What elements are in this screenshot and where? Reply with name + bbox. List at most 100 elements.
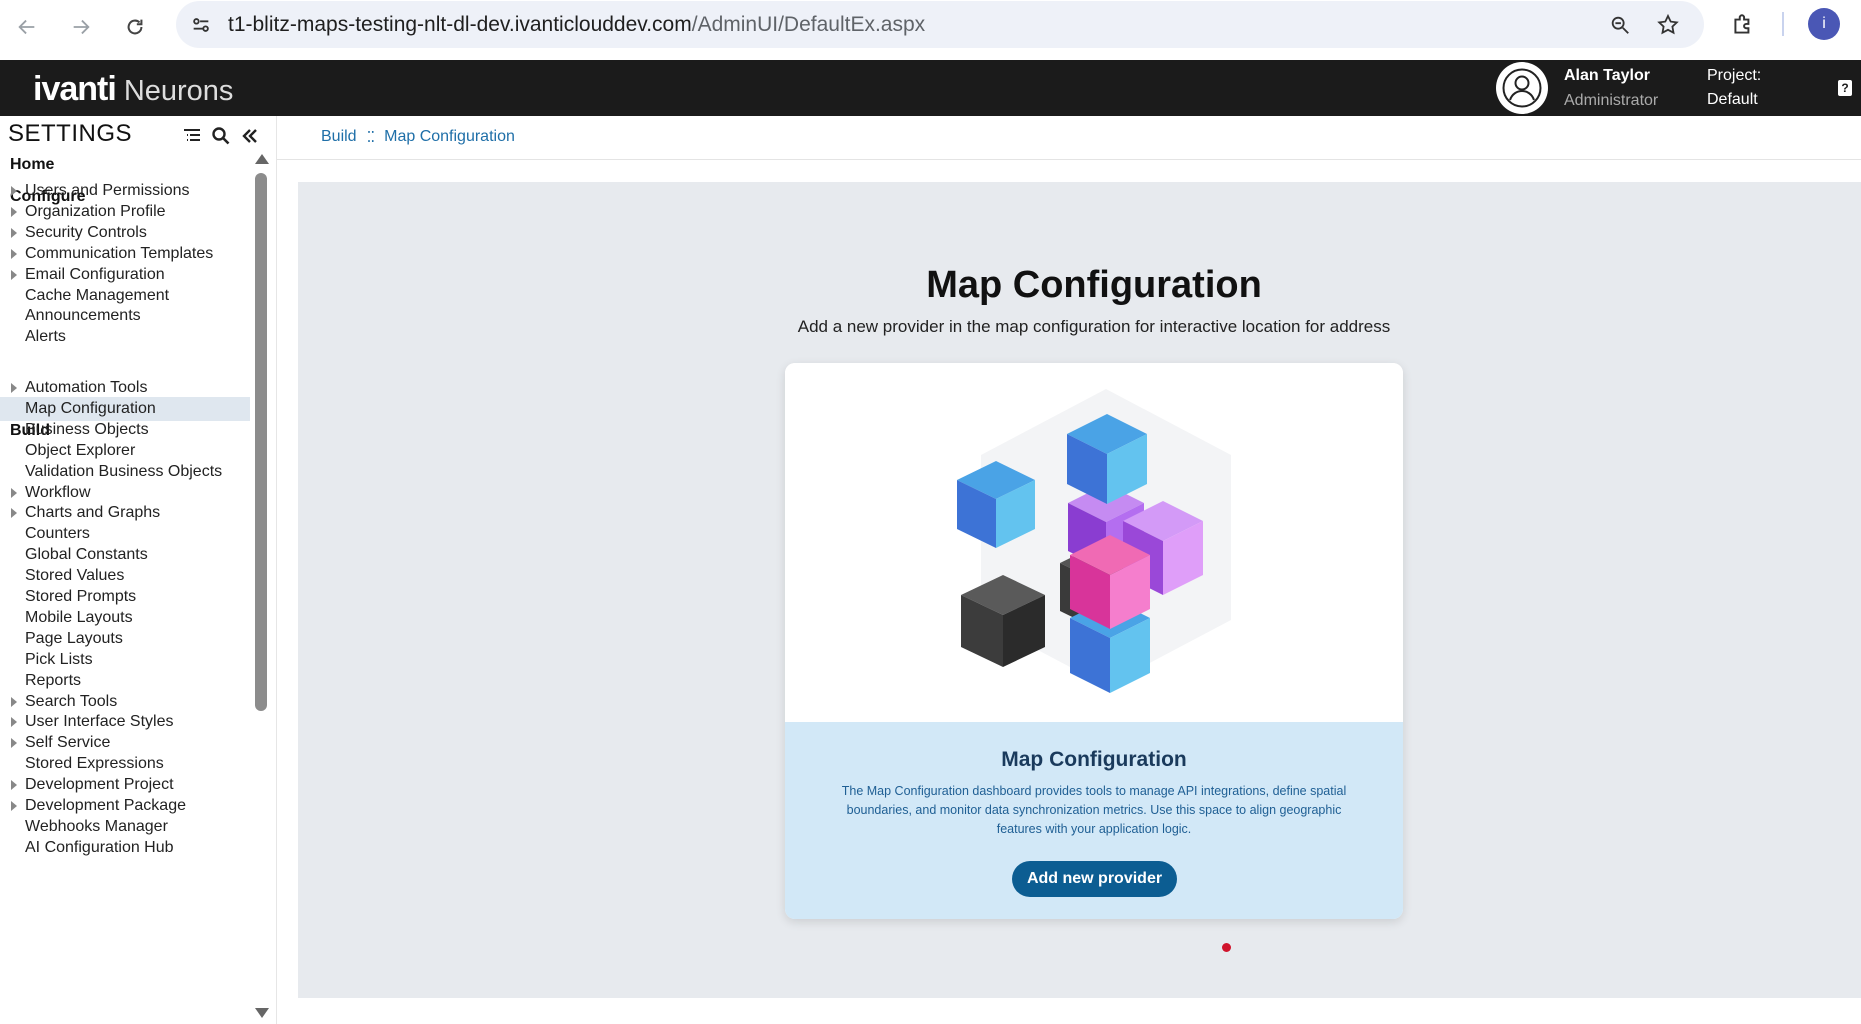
sidebar-item-label: Webhooks Manager xyxy=(25,817,168,835)
project-value[interactable]: Default xyxy=(1707,91,1758,109)
scroll-down-arrow[interactable] xyxy=(255,1008,269,1018)
card-title: Map Configuration xyxy=(1001,748,1187,771)
breadcrumb: Build ⁚⁚ Map Configuration xyxy=(321,128,515,146)
breadcrumb-divider xyxy=(277,159,1861,160)
user-name[interactable]: Alan Taylor xyxy=(1564,67,1650,85)
logo[interactable]: ivanti Neurons xyxy=(33,70,233,109)
browser-toolbar: t1-blitz-maps-testing-nlt-dl-dev.ivantic… xyxy=(0,0,1861,60)
sidebar-item-label: Pick Lists xyxy=(25,650,93,668)
map-configuration-card: Map Configuration The Map Configuration … xyxy=(785,363,1403,919)
sidebar-item-label: Development Package xyxy=(25,797,186,814)
expand-triangle-icon[interactable] xyxy=(11,738,17,749)
sidebar-item-label: Development Project xyxy=(25,776,174,794)
sidebar-item-label: Validation Business Objects xyxy=(25,462,223,480)
breadcrumb-parent[interactable]: Build xyxy=(321,128,357,146)
sidebar-item-label: Users and Permissions xyxy=(25,182,190,199)
cubes-icon xyxy=(957,389,1231,693)
sidebar-item-label: Cache Management xyxy=(25,286,170,304)
carousel-indicator-dot[interactable] xyxy=(1222,943,1231,952)
sidebar-divider xyxy=(276,116,277,1024)
expand-triangle-icon[interactable] xyxy=(11,206,17,217)
toolbar-divider xyxy=(1782,12,1784,36)
expand-triangle-icon[interactable] xyxy=(11,487,17,498)
sidebar-item-label: AI Configuration Hub xyxy=(25,838,174,856)
project-label: Project: xyxy=(1707,67,1762,84)
sidebar-item-label: Alerts xyxy=(25,328,66,346)
arrow-right-icon xyxy=(73,19,90,35)
sidebar-item-label: Workflow xyxy=(25,483,91,501)
app-header: ivanti Neurons Alan Taylor Administrator… xyxy=(0,60,1861,116)
tree-view-button[interactable] xyxy=(180,124,204,148)
sidebar-item-alerts[interactable]: Alerts xyxy=(0,325,250,349)
expand-triangle-icon[interactable] xyxy=(11,227,17,238)
expand-triangle-icon[interactable] xyxy=(11,248,17,259)
expand-triangle-icon[interactable] xyxy=(11,186,17,196)
expand-triangle-icon[interactable] xyxy=(11,780,17,791)
sidebar-item-label: Mobile Layouts xyxy=(25,608,133,626)
puzzle-icon xyxy=(1734,14,1750,34)
sidebar-item-label: Communication Templates xyxy=(25,244,214,262)
add-new-provider-button[interactable]: Add new provider xyxy=(1012,861,1177,897)
back-button[interactable] xyxy=(12,12,42,42)
expand-triangle-icon[interactable] xyxy=(11,383,17,393)
user-avatar[interactable] xyxy=(1496,62,1548,114)
user-icon xyxy=(1502,68,1542,108)
help-icon[interactable]: ? xyxy=(1838,80,1852,96)
sidebar-item-ai-configuration-hub[interactable]: AI Configuration Hub xyxy=(0,836,250,860)
sidebar-item-label: Announcements xyxy=(25,307,141,325)
url-host: t1-blitz-maps-testing-nlt-dl-dev.ivantic… xyxy=(228,13,692,36)
expand-triangle-icon[interactable] xyxy=(11,508,17,519)
logo-brand: ivanti xyxy=(33,70,117,108)
sidebar-item-label: Reports xyxy=(25,671,82,689)
scrollbar-thumb[interactable] xyxy=(255,173,267,711)
sidebar-title: SETTINGS xyxy=(8,120,133,147)
address-bar[interactable]: t1-blitz-maps-testing-nlt-dl-dev.ivantic… xyxy=(176,1,1704,48)
sidebar-item-label: Business Objects xyxy=(25,420,149,438)
reload-icon xyxy=(127,19,143,35)
breadcrumb-separator: ⁚⁚ xyxy=(366,129,375,146)
sidebar-item-label: Search Tools xyxy=(25,692,118,710)
sidebar-item-label: Stored Prompts xyxy=(25,588,137,605)
sidebar-item-label: Stored Values xyxy=(25,567,125,585)
expand-triangle-icon[interactable] xyxy=(11,717,17,728)
sidebar-home[interactable]: Home xyxy=(10,156,54,174)
scroll-up-arrow[interactable] xyxy=(255,154,269,164)
page-title: Map Configuration xyxy=(926,264,1262,306)
sidebar-item-label: Charts and Graphs xyxy=(25,504,161,522)
extensions-button[interactable] xyxy=(1728,10,1758,40)
card-description: The Map Configuration dashboard provides… xyxy=(841,784,1347,836)
url-path: /AdminUI/DefaultEx.aspx xyxy=(691,13,926,36)
collapse-sidebar-button[interactable] xyxy=(238,124,262,148)
site-settings-icon[interactable] xyxy=(188,12,214,38)
forward-button[interactable] xyxy=(66,12,96,42)
sidebar-item-label: Organization Profile xyxy=(25,202,166,220)
arrow-left-icon xyxy=(18,19,35,35)
sidebar-item-label: Global Constants xyxy=(25,546,148,564)
url-text[interactable]: t1-blitz-maps-testing-nlt-dl-dev.ivantic… xyxy=(228,13,925,37)
expand-triangle-icon[interactable] xyxy=(11,269,17,280)
expand-triangle-icon[interactable] xyxy=(11,801,17,811)
star-icon xyxy=(1657,13,1679,35)
zoom-icon xyxy=(1611,16,1629,34)
sidebar-search-button[interactable] xyxy=(209,124,233,148)
user-role: Administrator xyxy=(1564,92,1659,109)
sidebar-item-label: Security Controls xyxy=(25,223,147,241)
logo-product: Neurons xyxy=(123,75,234,107)
sidebar-item-label: Map Configuration xyxy=(25,399,156,417)
cubes-illustration xyxy=(785,363,1403,722)
sidebar-item-label: Self Service xyxy=(25,734,111,752)
breadcrumb-current[interactable]: Map Configuration xyxy=(384,128,515,146)
sidebar-item-label: Automation Tools xyxy=(25,379,148,396)
search-icon xyxy=(212,127,230,145)
bookmark-button[interactable] xyxy=(1654,11,1682,39)
reload-button[interactable] xyxy=(120,12,150,42)
sidebar-item-label: Counters xyxy=(25,525,90,543)
expand-triangle-icon[interactable] xyxy=(11,696,17,707)
tree-list-icon xyxy=(184,129,200,141)
double-chevron-left-icon xyxy=(242,129,257,143)
profile-avatar[interactable]: i xyxy=(1808,8,1840,40)
sidebar-item-label: Email Configuration xyxy=(25,265,165,283)
sidebar-item-label: Object Explorer xyxy=(25,441,136,459)
settings-sidebar: SETTINGS Home Configure Users and Permis… xyxy=(0,116,276,1024)
zoom-button[interactable] xyxy=(1606,11,1634,39)
